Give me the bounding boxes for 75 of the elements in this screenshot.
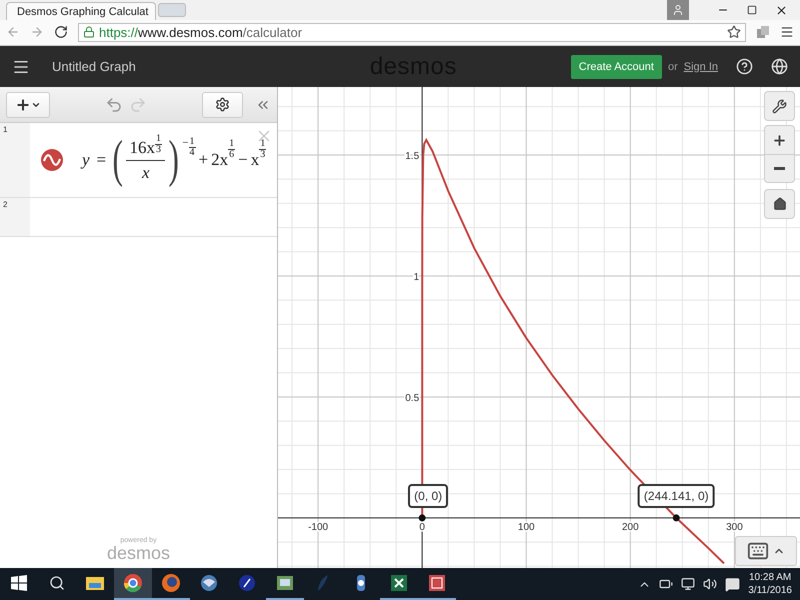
fraction-numerator: 1 xyxy=(228,139,236,150)
axis-tick-label: 300 xyxy=(726,522,743,534)
plus-icon xyxy=(15,96,31,113)
help-icon[interactable] xyxy=(736,58,753,76)
lock-icon xyxy=(83,26,95,38)
profile-icon[interactable] xyxy=(667,0,689,20)
settings-button[interactable] xyxy=(202,92,243,118)
axis-tick-label: 200 xyxy=(622,522,639,534)
address-bar[interactable]: https://www.desmos.com/calculator xyxy=(78,22,746,42)
volume-icon[interactable] xyxy=(703,577,718,592)
presentation-icon[interactable] xyxy=(427,573,447,594)
point-marker[interactable] xyxy=(418,514,426,522)
settings-icon xyxy=(215,97,230,112)
fraction-denominator: 6 xyxy=(229,150,234,160)
or-text: or xyxy=(668,60,678,73)
globe-icon[interactable] xyxy=(771,58,788,76)
mail-icon[interactable] xyxy=(199,573,219,594)
fraction-numerator: 1 xyxy=(154,134,162,145)
minus-icon xyxy=(774,167,785,170)
keyboard-button[interactable] xyxy=(735,536,797,566)
math-symbol: − xyxy=(182,137,189,150)
math-parenthesis: ( xyxy=(112,134,123,186)
axis-tick-label: 1 xyxy=(414,272,420,284)
point-marker[interactable] xyxy=(672,514,680,522)
fraction-numerator: 1 xyxy=(259,139,266,150)
axis-tick-label: -100 xyxy=(308,522,328,534)
axis-tick-label: 100 xyxy=(518,522,535,534)
restore-icon[interactable] xyxy=(747,5,757,15)
browser-tab[interactable]: Desmos Graphing Calculat xyxy=(6,2,156,20)
clock-date: 3/11/2016 xyxy=(748,584,792,598)
point-label: (244.141, 0) xyxy=(638,484,715,508)
reload-icon[interactable] xyxy=(54,25,68,40)
wave-icon[interactable] xyxy=(40,148,64,172)
plus-icon xyxy=(772,132,787,148)
menu-icon[interactable] xyxy=(780,25,794,40)
windows-logo-icon[interactable] xyxy=(11,575,27,592)
math-symbol: = xyxy=(96,150,106,170)
bookmark-star-icon[interactable] xyxy=(727,25,741,40)
math-symbol: − xyxy=(238,150,248,170)
spreadsheet-icon[interactable] xyxy=(389,573,409,594)
fraction-numerator: 1 xyxy=(188,137,196,148)
wrench-icon xyxy=(772,98,787,114)
extension-icon[interactable] xyxy=(756,25,770,40)
browser-icon[interactable] xyxy=(161,573,181,594)
search-icon[interactable] xyxy=(49,575,65,592)
create-account-button[interactable]: Create Account xyxy=(570,54,662,79)
add-item-button[interactable] xyxy=(6,92,50,118)
home-icon xyxy=(772,197,786,212)
close-icon[interactable] xyxy=(775,4,788,16)
axis-tick-label: 0.5 xyxy=(405,393,420,404)
math-symbol: + xyxy=(198,150,208,170)
fraction-denominator: 4 xyxy=(190,148,195,158)
browser-icon[interactable] xyxy=(123,573,143,594)
math-parenthesis: ) xyxy=(168,134,179,186)
math-term: 2x xyxy=(211,150,228,170)
fraction-denominator: x xyxy=(142,162,150,183)
fraction-denominator: 3 xyxy=(156,144,161,155)
math-term: 16x xyxy=(129,138,155,158)
taskbar-clock[interactable]: 10:28 AM 3/11/2016 xyxy=(748,571,792,598)
fraction-denominator: 3 xyxy=(260,150,266,160)
clock-time: 10:28 AM xyxy=(748,571,792,584)
graph-title[interactable]: Untitled Graph xyxy=(52,59,136,74)
keyboard-icon xyxy=(747,540,769,562)
network-icon[interactable] xyxy=(681,577,696,592)
notification-icon[interactable] xyxy=(725,576,740,592)
compass-icon[interactable] xyxy=(237,573,257,594)
url-text: https://www.desmos.com/calculator xyxy=(99,24,302,40)
math-variable: y xyxy=(82,150,90,170)
desmos-logo: desmos xyxy=(106,544,170,562)
point-label: (0, 0) xyxy=(408,484,448,508)
sign-in-link[interactable]: Sign In xyxy=(684,60,718,73)
math-term: x xyxy=(250,150,260,170)
axis-tick-label: 1.5 xyxy=(405,151,420,162)
line-number: 2 xyxy=(2,199,8,212)
line-number: 1 xyxy=(2,124,8,136)
